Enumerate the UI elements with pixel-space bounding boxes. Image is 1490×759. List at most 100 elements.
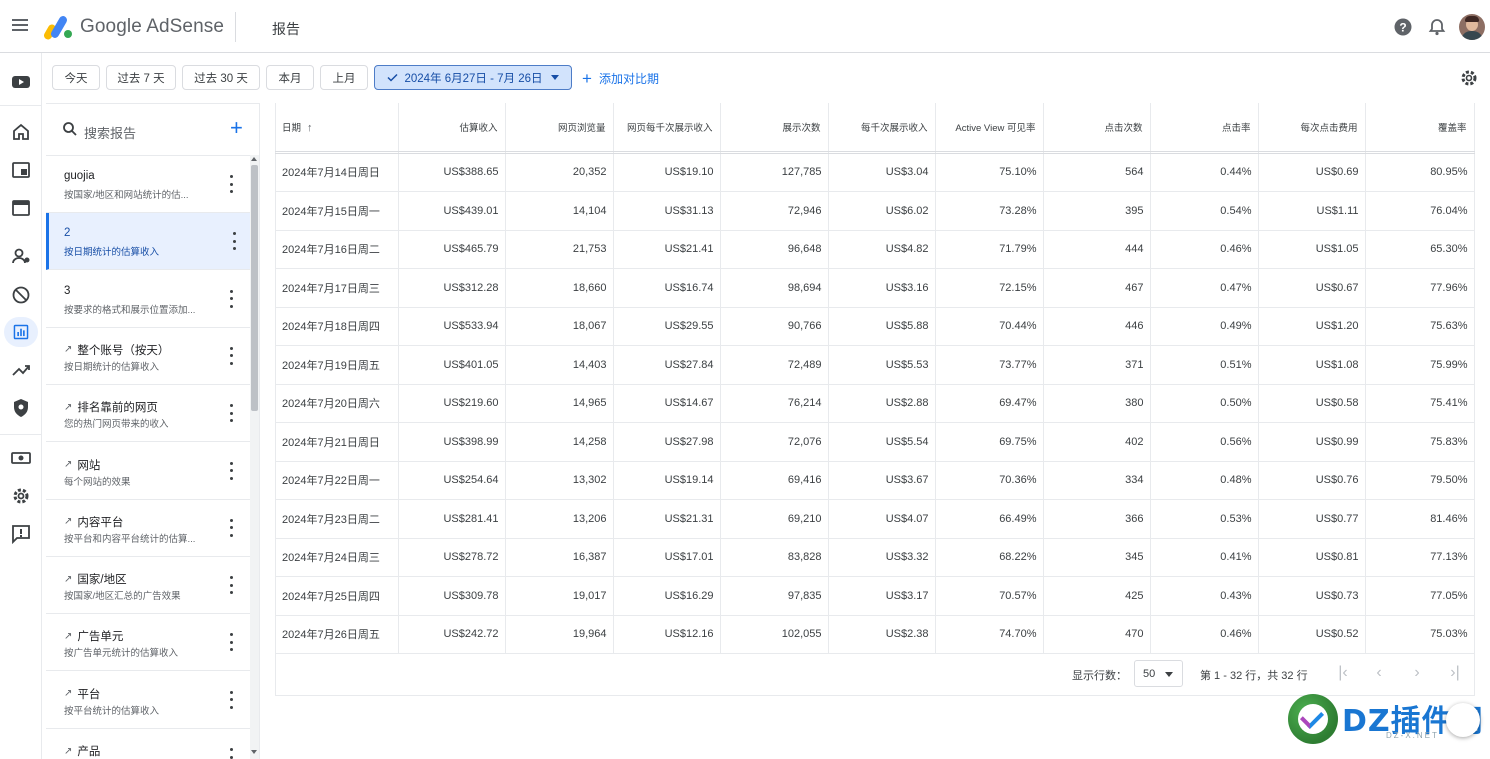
scroll-down-icon[interactable] [251,750,257,754]
column-header[interactable]: Active View 可见率 [935,103,1044,152]
ads-icon[interactable] [10,197,32,219]
column-header[interactable]: 网页浏览量 [505,103,614,152]
sidebar-item-label: 整个账号（按天） [77,344,170,357]
column-header[interactable]: 每千次展示收入 [828,103,936,152]
table-cell: US$19.14 [613,461,721,500]
column-header[interactable]: 点击率 [1150,103,1259,152]
table-cell: US$1.11 [1258,191,1366,231]
sidebar-item-sites[interactable]: ↗ 网站 每个网站的效果 [46,443,250,500]
sidebar-item-2[interactable]: 2 按日期统计的估算收入 [46,213,250,271]
scrollbar-thumb[interactable] [251,165,258,411]
more-vert-icon[interactable] [226,175,236,193]
block-icon[interactable] [10,284,32,306]
table-settings-icon[interactable] [1459,68,1479,88]
floating-action-button[interactable] [1446,703,1480,737]
table-cell: 77.96% [1365,268,1475,308]
youtube-icon[interactable] [10,71,32,93]
date-range-picker[interactable]: 2024年 6月27日 - 7月 26日 [374,65,572,90]
sidebar-item-products[interactable]: ↗ 产品 [46,729,250,759]
sites-icon[interactable] [10,159,32,181]
sidebar-item-title: ↗ 广告单元 [64,628,123,644]
table-cell: US$254.64 [398,461,506,500]
help-icon[interactable]: ? [1393,17,1413,37]
more-vert-icon[interactable] [226,289,236,308]
trend-icon: ↗ [64,688,73,700]
column-header[interactable]: 展示次数 [720,103,829,152]
column-header[interactable]: 覆盖率 [1365,103,1475,152]
table-cell: 14,965 [505,384,614,423]
add-icon: + [582,68,592,88]
column-header[interactable]: 每次点击费用 [1258,103,1366,152]
sidebar-item-content-platform[interactable]: ↗ 内容平台 按平台和内容平台统计的估算... [46,500,250,557]
table-row: 2024年7月23日周二 US$281.41 13,206 US$21.31 69,21… [275,499,1475,539]
add-report-button[interactable]: + [230,117,243,139]
rows-per-page-select[interactable]: 50 [1134,660,1183,687]
optimize-icon[interactable] [10,359,32,381]
table-row: 2024年7月16日周二 US$465.79 21,753 US$21.41 96,64… [275,230,1475,269]
table-cell: US$4.82 [828,230,936,269]
sidebar-item-3[interactable]: 3 按要求的格式和展示位置添加... [46,271,250,328]
search-input[interactable]: 搜索报告 [84,123,136,142]
sort-arrow-icon[interactable]: ↑ [307,122,313,134]
sidebar-item-subtitle: 每个网站的效果 [64,476,131,488]
column-header[interactable]: 网页每千次展示收入 [613,103,721,152]
next-page-icon[interactable]: › [1407,663,1427,683]
table-cell: 2024年7月14日周日 [275,153,399,192]
column-header[interactable]: 点击次数 [1043,103,1151,152]
sidebar-item-platforms[interactable]: ↗ 平台 按平台统计的估算收入 [46,672,250,729]
more-vert-icon[interactable] [226,690,236,709]
table-cell: 79.50% [1365,461,1475,500]
table-row: 2024年7月25日周四 US$309.78 19,017 US$16.29 97,83… [275,576,1475,616]
sidebar-item-label: 平台 [77,688,101,701]
table-cell: US$21.31 [613,499,721,539]
more-vert-icon[interactable] [226,748,236,759]
sidebar-item-label: 3 [64,284,71,297]
scroll-up-icon[interactable] [251,157,257,161]
sidebar-item-ad-units[interactable]: ↗ 广告单元 按广告单元统计的估算收入 [46,614,250,672]
sidebar-item-top-pages[interactable]: ↗ 排名靠前的网页 您的热门网页带来的收入 [46,385,250,443]
chip-last-month[interactable]: 上月 [320,65,368,90]
menu-icon[interactable] [10,17,30,37]
avatar[interactable] [1459,14,1485,40]
report-search[interactable]: 搜索报告 + [46,104,250,156]
sidebar-item-guojia[interactable]: guojia 按国家/地区和网站统计的估... [46,156,250,213]
bell-icon[interactable] [1427,17,1447,37]
last-page-icon[interactable]: ›| [1445,663,1465,683]
more-vert-icon[interactable] [226,518,236,537]
more-vert-icon[interactable] [229,232,239,251]
sidebar-item-account-by-day[interactable]: ↗ 整个账号（按天） 按日期统计的估算收入 [46,328,250,385]
column-header[interactable]: 日期 ↑ [275,103,399,152]
table-cell: 0.43% [1150,576,1259,616]
table-cell: 19,017 [505,576,614,616]
chip-this-month[interactable]: 本月 [266,65,314,90]
more-vert-icon[interactable] [226,461,236,480]
report-list: 搜索报告 + guojia 按国家/地区和网站统计的估... 2 按日期统计的估算收入… [46,103,260,759]
more-vert-icon[interactable] [226,404,236,423]
sidebar-item-country[interactable]: ↗ 国家/地区 按国家/地区汇总的广告效果 [46,557,250,615]
column-header[interactable]: 估算收入 [398,103,506,152]
more-vert-icon[interactable] [226,633,236,652]
table-cell: US$3.16 [828,268,936,308]
table-cell: 75.03% [1365,615,1475,654]
settings-icon[interactable] [10,485,32,507]
add-comparison-button[interactable]: + 添加对比期 [582,70,659,87]
chip-last-30-days[interactable]: 过去 30 天 [182,65,260,90]
chip-today[interactable]: 今天 [52,65,100,90]
table-cell: US$16.74 [613,268,721,308]
policy-icon[interactable] [10,397,32,419]
first-page-icon[interactable]: |‹ [1333,663,1353,683]
more-vert-icon[interactable] [226,346,236,365]
chip-last-7-days[interactable]: 过去 7 天 [106,65,176,90]
payments-icon[interactable] [10,447,32,469]
prev-page-icon[interactable]: ‹ [1369,663,1389,683]
table-row: 2024年7月20日周六 US$219.60 14,965 US$14.67 76,21… [275,384,1475,423]
table-cell: 72,076 [720,422,829,462]
account-icon[interactable] [10,245,32,267]
home-icon[interactable] [10,121,32,143]
more-vert-icon[interactable] [226,576,236,595]
table-cell: 65.30% [1365,230,1475,269]
feedback-icon[interactable] [10,523,32,545]
table-cell: US$12.16 [613,615,721,654]
reports-icon[interactable] [4,317,38,347]
table-cell: 371 [1043,345,1151,385]
